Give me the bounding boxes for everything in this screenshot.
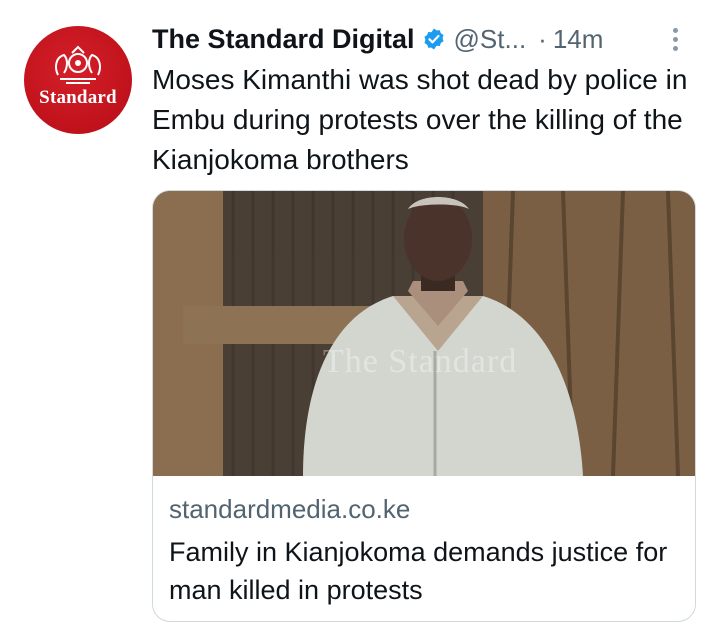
avatar-brand-text: Standard (39, 87, 117, 108)
card-domain: standardmedia.co.ke (169, 494, 411, 524)
account-handle[interactable]: @St... (454, 24, 527, 55)
card-title: Family in Kianjokoma demands justice for… (169, 537, 668, 605)
card-image (153, 191, 695, 476)
tweet-text: Moses Kimanthi was shot dead by police i… (152, 64, 688, 175)
display-name[interactable]: The Standard Digital (152, 24, 415, 55)
verified-badge-icon (424, 28, 444, 50)
card-meta: standardmedia.co.ke Family in Kianjokoma… (169, 491, 679, 609)
tweet-header: The Standard Digital @St... · 14m (152, 20, 690, 58)
crest-logo-icon (55, 45, 101, 84)
separator-dot: · (538, 23, 547, 54)
more-options-icon[interactable] (660, 23, 690, 55)
tweet-timestamp[interactable]: 14m (553, 24, 604, 55)
account-avatar[interactable]: Standard (24, 26, 132, 134)
image-watermark: The Standard (323, 343, 518, 380)
link-preview-card[interactable]: The Standard standardmedia.co.ke Family … (152, 190, 696, 622)
